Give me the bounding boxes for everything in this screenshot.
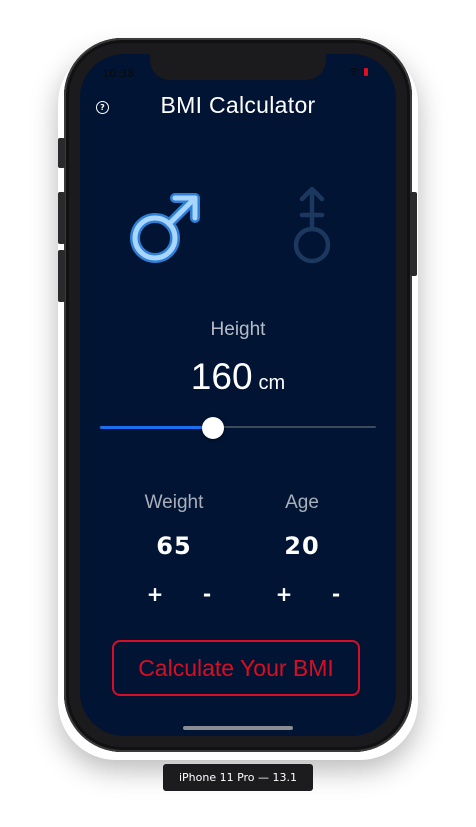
weight-value: 65 <box>156 532 192 560</box>
silent-switch <box>58 138 65 168</box>
weight-label: Weight <box>144 492 204 513</box>
simulator-stage: 10:38 ? BMI Calculator Height 160 cm Wei… <box>0 0 476 827</box>
age-decrement-button[interactable]: - <box>322 582 350 606</box>
height-unit: cm <box>258 372 286 394</box>
battery-low-icon <box>364 67 368 76</box>
age-increment-button[interactable]: + <box>270 582 298 606</box>
slider-fill <box>100 426 214 429</box>
volume-up-button <box>58 192 65 244</box>
height-readout: 160 cm <box>80 356 396 398</box>
slider-thumb[interactable] <box>202 417 225 439</box>
status-icons <box>348 67 368 76</box>
status-time: 10:38 <box>102 67 135 80</box>
transgender-symbol-icon[interactable] <box>287 183 337 269</box>
power-button <box>410 192 417 276</box>
notch <box>150 54 326 80</box>
height-label: Height <box>210 319 266 340</box>
page-title: BMI Calculator <box>160 92 316 118</box>
age-stepper: + - <box>270 582 350 606</box>
app-screen: 10:38 ? BMI Calculator Height 160 cm Wei… <box>80 54 396 736</box>
wifi-icon <box>348 68 360 76</box>
male-symbol-icon[interactable] <box>125 186 207 268</box>
height-slider[interactable] <box>100 417 376 439</box>
weight-decrement-button[interactable]: - <box>193 582 221 606</box>
calculate-bmi-button[interactable]: Calculate Your BMI <box>112 640 360 696</box>
home-indicator[interactable] <box>183 726 293 730</box>
weight-stepper: + - <box>141 582 221 606</box>
height-value: 160 <box>190 356 253 397</box>
age-label: Age <box>285 492 319 513</box>
weight-increment-button[interactable]: + <box>141 582 169 606</box>
age-value: 20 <box>284 532 320 560</box>
simulator-device-label: iPhone 11 Pro — 13.1 <box>163 764 313 791</box>
volume-down-button <box>58 250 65 302</box>
